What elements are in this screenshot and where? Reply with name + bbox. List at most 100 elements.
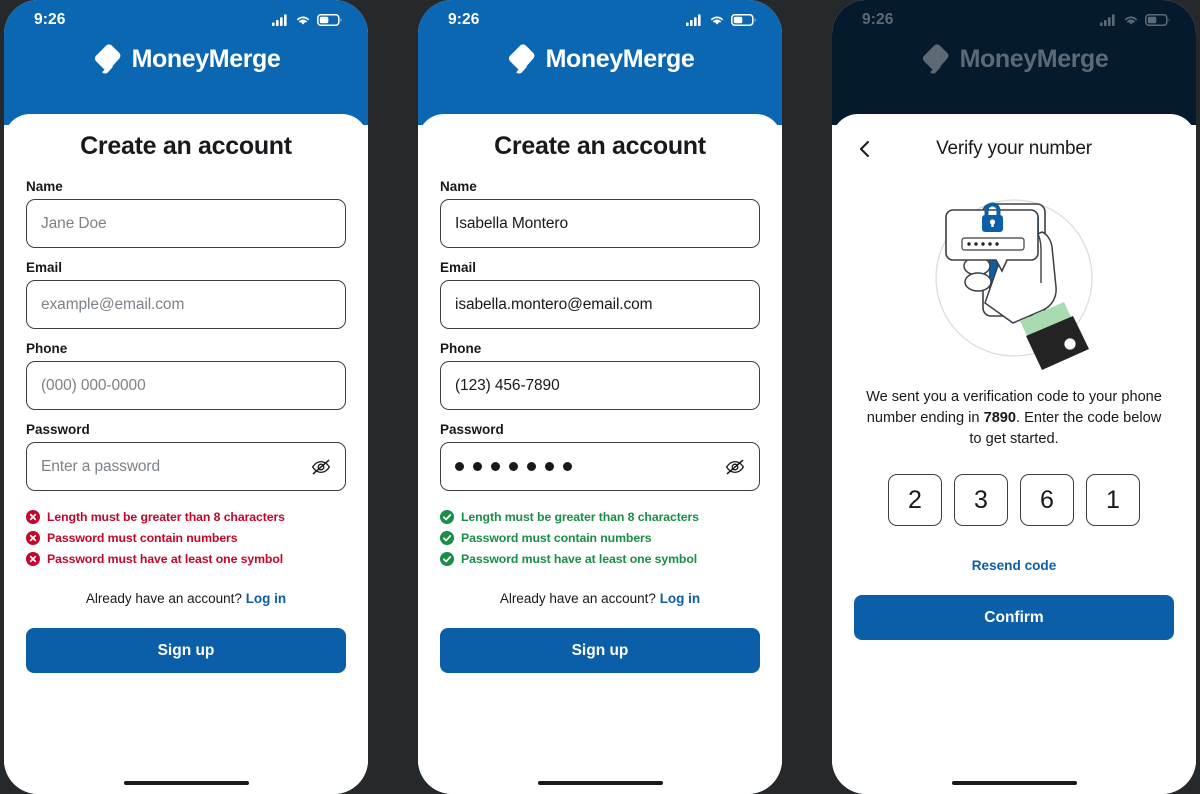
sign-up-button[interactable]: Sign up — [440, 628, 760, 673]
name-input-placeholder: Jane Doe — [41, 214, 107, 232]
name-field-group: Name Jane Doe — [26, 179, 346, 248]
verify-header: Verify your number — [854, 132, 1174, 166]
phone-verify-number: 9:26 MoneyMerge Verify your number We se… — [832, 0, 1196, 794]
otp-digit-3[interactable]: 6 — [1020, 474, 1074, 527]
moneymerge-logo-icon — [94, 44, 121, 74]
signup-card: Create an account Name Isabella Montero … — [418, 114, 782, 794]
success-check-circle-icon — [440, 510, 454, 524]
otp-digit-4[interactable]: 1 — [1086, 474, 1140, 527]
brand-name: MoneyMerge — [959, 45, 1109, 73]
password-label: Password — [26, 422, 90, 437]
battery-icon — [1145, 14, 1170, 26]
password-input[interactable]: Enter a password — [26, 442, 346, 491]
verify-instructions: We sent you a verification code to your … — [854, 387, 1174, 450]
signal-bars-icon — [1100, 14, 1115, 26]
status-bar: 9:26 — [832, 0, 1196, 34]
password-label: Password — [440, 422, 504, 437]
email-label: Email — [26, 260, 63, 275]
phone-label: Phone — [26, 341, 68, 356]
password-rule: Password must contain numbers — [26, 531, 346, 545]
email-input[interactable]: isabella.montero@email.com — [440, 280, 760, 329]
bottom-spacer — [440, 673, 760, 781]
error-circle-icon — [26, 510, 40, 524]
email-input-placeholder: example@email.com — [41, 295, 185, 313]
login-link[interactable]: Log in — [660, 591, 701, 606]
login-prompt-text: Already have an account? — [499, 591, 656, 606]
login-prompt-row: Already have an account? Log in — [26, 591, 346, 606]
email-label: Email — [440, 260, 477, 275]
signup-card: Create an account Name Jane Doe Email ex… — [4, 114, 368, 794]
home-indicator — [951, 780, 1077, 785]
phone-input[interactable]: (123) 456-7890 — [440, 361, 760, 410]
status-bar-time: 9:26 — [862, 11, 894, 28]
phone-input-value: (123) 456-7890 — [455, 376, 560, 394]
password-field-group: Password Enter a password — [26, 422, 346, 491]
login-link[interactable]: Log in — [246, 591, 287, 606]
login-prompt-row: Already have an account? Log in — [440, 591, 760, 606]
signal-bars-icon — [686, 14, 701, 26]
eye-off-icon[interactable] — [309, 455, 333, 479]
login-prompt-text: Already have an account? — [85, 591, 242, 606]
app-header-dimmed: 9:26 MoneyMerge — [832, 0, 1196, 125]
name-input[interactable]: Isabella Montero — [440, 199, 760, 248]
password-input[interactable] — [440, 442, 760, 491]
otp-code-inputs: 2 3 6 1 — [854, 474, 1174, 527]
password-rule-text: Length must be greater than 8 characters — [47, 510, 285, 524]
resend-code-link[interactable]: Resend code — [854, 558, 1174, 573]
email-input-value: isabella.montero@email.com — [455, 295, 653, 313]
password-rule: Length must be greater than 8 characters — [26, 510, 346, 524]
success-check-circle-icon — [440, 531, 454, 545]
name-input-value: Isabella Montero — [455, 214, 568, 232]
phone-field-group: Phone (000) 000-0000 — [26, 341, 346, 410]
moneymerge-logo-icon — [922, 44, 949, 74]
brand-lockup: MoneyMerge — [832, 43, 1196, 76]
home-indicator — [537, 780, 663, 785]
otp-digit-1[interactable]: 2 — [888, 474, 942, 527]
status-bar: 9:26 — [418, 0, 782, 34]
password-input-placeholder: Enter a password — [41, 457, 161, 475]
email-input[interactable]: example@email.com — [26, 280, 346, 329]
password-rule-text: Password must have at least one symbol — [461, 552, 698, 566]
name-input[interactable]: Jane Doe — [26, 199, 346, 248]
verify-card: Verify your number We sent you a verific… — [832, 114, 1196, 794]
name-field-group: Name Isabella Montero — [440, 179, 760, 248]
password-rule: Password must contain numbers — [440, 531, 760, 545]
wifi-icon — [1125, 16, 1137, 25]
otp-digit-2[interactable]: 3 — [954, 474, 1008, 527]
status-bar-icons — [686, 14, 756, 26]
password-rule: Password must have at least one symbol — [440, 552, 760, 566]
email-field-group: Email example@email.com — [26, 260, 346, 329]
phone-input-placeholder: (000) 000-0000 — [41, 376, 146, 394]
phone-signup-empty: 9:26 MoneyMerge Create an account Name J… — [4, 0, 368, 794]
status-bar-icons — [1100, 14, 1170, 26]
signal-bars-icon — [272, 14, 287, 26]
sign-up-button[interactable]: Sign up — [26, 628, 346, 673]
eye-off-icon[interactable] — [723, 455, 747, 479]
page-title: Create an account — [494, 132, 706, 160]
wifi-icon — [297, 16, 309, 25]
brand-lockup: MoneyMerge — [4, 43, 368, 76]
name-label: Name — [26, 179, 63, 194]
bottom-spacer — [854, 640, 1174, 780]
app-header: 9:26 MoneyMerge — [4, 0, 368, 125]
password-rules-list: Length must be greater than 8 characters… — [440, 510, 760, 573]
verify-phone-digits: 7890 — [983, 410, 1017, 427]
status-bar: 9:26 — [4, 0, 368, 34]
error-circle-icon — [26, 552, 40, 566]
home-indicator — [123, 780, 249, 785]
battery-icon — [731, 14, 756, 26]
battery-icon — [317, 14, 342, 26]
chevron-left-icon[interactable] — [850, 134, 880, 164]
confirm-button[interactable]: Confirm — [854, 595, 1174, 641]
phone-field-group: Phone (123) 456-7890 — [440, 341, 760, 410]
moneymerge-logo-icon — [508, 44, 535, 74]
error-circle-icon — [26, 531, 40, 545]
password-rule-text: Password must contain numbers — [47, 531, 238, 545]
phone-input[interactable]: (000) 000-0000 — [26, 361, 346, 410]
wifi-icon — [711, 16, 723, 25]
password-rule: Length must be greater than 8 characters — [440, 510, 760, 524]
phone-signup-filled: 9:26 MoneyMerge Create an account Name I… — [418, 0, 782, 794]
brand-name: MoneyMerge — [545, 45, 695, 73]
status-bar-time: 9:26 — [448, 11, 480, 28]
password-rule-text: Password must contain numbers — [461, 531, 652, 545]
